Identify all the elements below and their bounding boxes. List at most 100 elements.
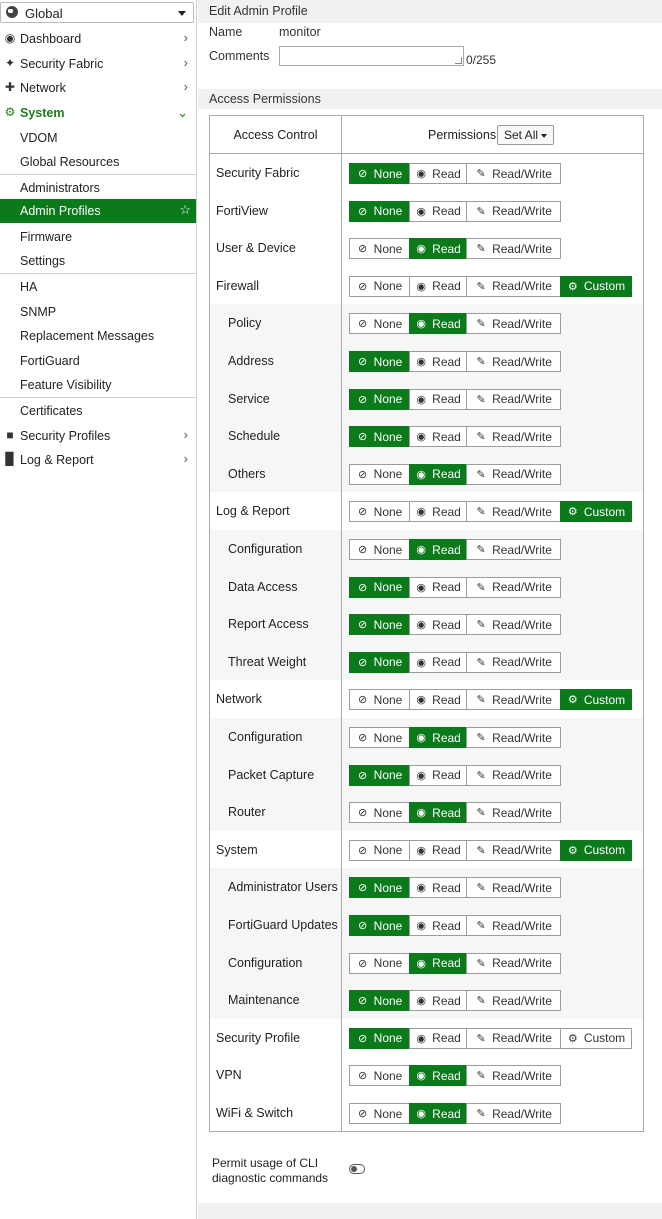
cli-permission-toggle[interactable] xyxy=(349,1164,365,1174)
permission-rw-button[interactable]: ✎ Read/Write xyxy=(466,839,561,861)
permission-none-button[interactable]: ⊘ None xyxy=(349,915,410,936)
sidebar-item-system[interactable]: ⚙ System ⌄ xyxy=(0,101,196,125)
permission-none-button[interactable]: ⊘ None xyxy=(349,952,410,974)
sidebar-item-snmp[interactable]: SNMP xyxy=(0,300,196,324)
permission-rw-button[interactable]: ✎ Read/Write xyxy=(466,1065,561,1087)
permission-read-button[interactable]: ◉ Read xyxy=(409,1027,467,1049)
permission-none-button[interactable]: ⊘ None xyxy=(349,1027,410,1049)
permission-rw-button[interactable]: ✎ Read/Write xyxy=(466,689,561,711)
sidebar-item-firmware[interactable]: Firmware xyxy=(0,225,196,249)
permission-read-button[interactable]: ◉ Read xyxy=(409,839,467,861)
sidebar-item-feature-visibility[interactable]: Feature Visibility xyxy=(0,373,196,397)
permission-rw-button[interactable]: ✎ Read/Write xyxy=(466,163,561,184)
permission-none-button[interactable]: ⊘ None xyxy=(349,576,410,598)
permission-none-button[interactable]: ⊘ None xyxy=(349,426,410,448)
permission-custom-button[interactable]: ⚙ Custom xyxy=(560,1027,632,1049)
permission-read-button[interactable]: ◉ Read xyxy=(409,651,467,673)
permission-rw-button[interactable]: ✎ Read/Write xyxy=(466,426,561,448)
sidebar-item-global-resources[interactable]: Global Resources xyxy=(0,150,196,174)
permission-read-button[interactable]: ◉ Read xyxy=(409,614,467,636)
permission-read-button[interactable]: ◉ Read xyxy=(409,802,467,824)
permission-rw-button[interactable]: ✎ Read/Write xyxy=(466,990,561,1012)
permission-read-button[interactable]: ◉ Read xyxy=(409,163,467,184)
permission-none-button[interactable]: ⊘ None xyxy=(349,839,410,861)
sidebar-item-security-profiles[interactable]: ■ Security Profiles › xyxy=(0,424,196,448)
permission-read-button[interactable]: ◉ Read xyxy=(409,576,467,598)
permission-read-button[interactable]: ◉ Read xyxy=(409,463,467,485)
sidebar-item-replacement-messages[interactable]: Replacement Messages xyxy=(0,324,196,348)
permission-read-button[interactable]: ◉ Read xyxy=(409,388,467,410)
permission-custom-button[interactable]: ⚙ Custom xyxy=(560,501,632,523)
name-value[interactable]: monitor xyxy=(279,25,321,39)
permission-rw-button[interactable]: ✎ Read/Write xyxy=(466,275,561,297)
sidebar-item-administrators[interactable]: Administrators xyxy=(0,176,196,200)
permission-none-button[interactable]: ⊘ None xyxy=(349,802,410,824)
sidebar-item-network[interactable]: ✚ Network › xyxy=(0,76,196,100)
permission-none-button[interactable]: ⊘ None xyxy=(349,463,410,485)
permission-rw-button[interactable]: ✎ Read/Write xyxy=(466,238,561,260)
permission-read-button[interactable]: ◉ Read xyxy=(409,313,467,335)
permission-none-button[interactable]: ⊘ None xyxy=(349,651,410,673)
permission-none-button[interactable]: ⊘ None xyxy=(349,877,410,899)
permission-none-button[interactable]: ⊘ None xyxy=(349,275,410,297)
permission-none-button[interactable]: ⊘ None xyxy=(349,764,410,786)
permission-custom-button[interactable]: ⚙ Custom xyxy=(560,839,632,861)
permission-none-button[interactable]: ⊘ None xyxy=(349,1103,410,1124)
sidebar-item-settings[interactable]: Settings xyxy=(0,249,196,273)
permission-none-button[interactable]: ⊘ None xyxy=(349,238,410,260)
sidebar-item-admin-profiles[interactable]: Admin Profiles ☆ xyxy=(0,199,196,223)
permission-none-button[interactable]: ⊘ None xyxy=(349,200,410,222)
permission-rw-button[interactable]: ✎ Read/Write xyxy=(466,576,561,598)
permission-custom-button[interactable]: ⚙ Custom xyxy=(560,689,632,711)
permission-rw-button[interactable]: ✎ Read/Write xyxy=(466,463,561,485)
permission-rw-button[interactable]: ✎ Read/Write xyxy=(466,313,561,335)
permission-none-button[interactable]: ⊘ None xyxy=(349,727,410,748)
permission-none-button[interactable]: ⊘ None xyxy=(349,313,410,335)
permission-rw-button[interactable]: ✎ Read/Write xyxy=(466,539,561,560)
sidebar-item-ha[interactable]: HA xyxy=(0,275,196,299)
sidebar-item-security-fabric[interactable]: ✦ Security Fabric › xyxy=(0,52,196,76)
star-icon[interactable]: ☆ xyxy=(179,202,191,218)
permission-none-button[interactable]: ⊘ None xyxy=(349,614,410,636)
permission-rw-button[interactable]: ✎ Read/Write xyxy=(466,952,561,974)
permission-read-button[interactable]: ◉ Read xyxy=(409,275,467,297)
permission-read-button[interactable]: ◉ Read xyxy=(409,501,467,523)
permission-rw-button[interactable]: ✎ Read/Write xyxy=(466,1027,561,1049)
permission-rw-button[interactable]: ✎ Read/Write xyxy=(466,877,561,899)
permission-read-button[interactable]: ◉ Read xyxy=(409,952,467,974)
permission-read-button[interactable]: ◉ Read xyxy=(409,539,467,560)
permission-none-button[interactable]: ⊘ None xyxy=(349,990,410,1012)
permission-rw-button[interactable]: ✎ Read/Write xyxy=(466,764,561,786)
permission-rw-button[interactable]: ✎ Read/Write xyxy=(466,614,561,636)
permission-rw-button[interactable]: ✎ Read/Write xyxy=(466,727,561,748)
permission-read-button[interactable]: ◉ Read xyxy=(409,200,467,222)
permission-read-button[interactable]: ◉ Read xyxy=(409,877,467,899)
permission-none-button[interactable]: ⊘ None xyxy=(349,163,410,184)
permission-rw-button[interactable]: ✎ Read/Write xyxy=(466,915,561,936)
permission-none-button[interactable]: ⊘ None xyxy=(349,1065,410,1087)
sidebar-item-certificates[interactable]: Certificates xyxy=(0,399,196,423)
permission-rw-button[interactable]: ✎ Read/Write xyxy=(466,200,561,222)
permission-rw-button[interactable]: ✎ Read/Write xyxy=(466,388,561,410)
permission-rw-button[interactable]: ✎ Read/Write xyxy=(466,351,561,372)
permission-read-button[interactable]: ◉ Read xyxy=(409,1103,467,1124)
permission-none-button[interactable]: ⊘ None xyxy=(349,689,410,711)
permission-none-button[interactable]: ⊘ None xyxy=(349,351,410,372)
set-all-dropdown[interactable]: Set All xyxy=(497,125,555,145)
permission-rw-button[interactable]: ✎ Read/Write xyxy=(466,802,561,824)
permission-read-button[interactable]: ◉ Read xyxy=(409,351,467,372)
sidebar-item-fortiguard[interactable]: FortiGuard xyxy=(0,349,196,373)
permission-read-button[interactable]: ◉ Read xyxy=(409,689,467,711)
permission-rw-button[interactable]: ✎ Read/Write xyxy=(466,1103,561,1124)
vdom-select[interactable]: Global xyxy=(0,2,194,23)
permission-none-button[interactable]: ⊘ None xyxy=(349,539,410,560)
permission-read-button[interactable]: ◉ Read xyxy=(409,238,467,260)
permission-rw-button[interactable]: ✎ Read/Write xyxy=(466,501,561,523)
permission-read-button[interactable]: ◉ Read xyxy=(409,990,467,1012)
sidebar-item-vdom[interactable]: VDOM xyxy=(0,126,196,150)
permission-read-button[interactable]: ◉ Read xyxy=(409,727,467,748)
permission-custom-button[interactable]: ⚙ Custom xyxy=(560,275,632,297)
sidebar-item-log-report[interactable]: ▉ Log & Report › xyxy=(0,448,196,472)
permission-read-button[interactable]: ◉ Read xyxy=(409,915,467,936)
sidebar-item-dashboard[interactable]: ◉ Dashboard › xyxy=(0,27,196,51)
